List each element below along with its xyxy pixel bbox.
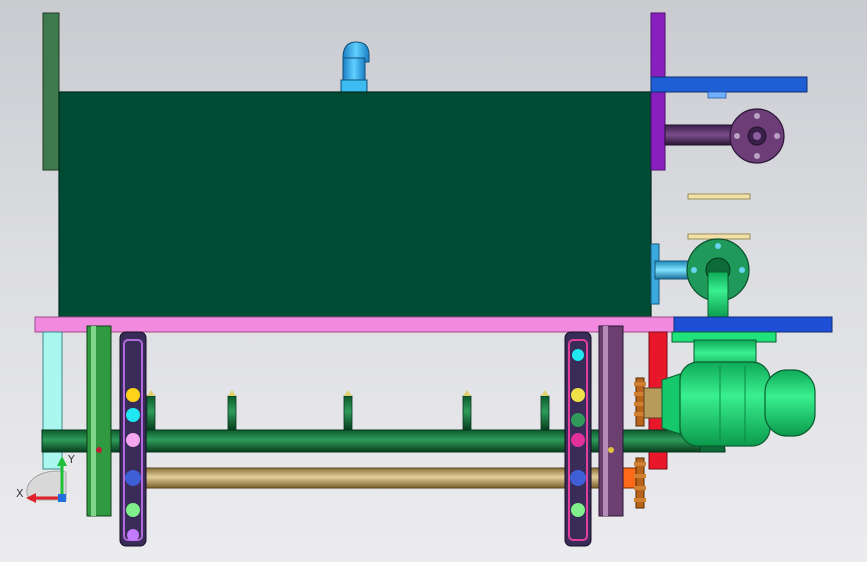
- cad-viewport[interactable]: X Y: [0, 0, 867, 562]
- spray-nozzles: [146, 390, 550, 431]
- gasket-upper: [687, 193, 751, 200]
- upper-blue-bracket[interactable]: [650, 76, 808, 93]
- drive-motor[interactable]: [643, 331, 816, 447]
- triad-y-label: Y: [67, 453, 75, 466]
- gasket-lower: [687, 233, 751, 240]
- assembly-drawing: X Y: [16, 12, 833, 547]
- left-frame-post[interactable]: [86, 325, 112, 517]
- base-plate[interactable]: [34, 316, 675, 333]
- left-chain-assembly[interactable]: [119, 331, 147, 547]
- lower-blue-bracket[interactable]: [673, 316, 833, 333]
- bracket-tab: [707, 91, 727, 99]
- left-flange-plate[interactable]: [42, 12, 60, 171]
- lower-sprocket: [634, 457, 646, 509]
- drive-shaft[interactable]: [119, 467, 641, 489]
- lower-outlet-elbow[interactable]: [650, 238, 750, 319]
- triad-x-label: X: [16, 487, 24, 500]
- upper-outlet-pipe[interactable]: [664, 108, 785, 164]
- right-frame-post[interactable]: [598, 325, 624, 517]
- right-chain-assembly[interactable]: [564, 331, 592, 547]
- top-inlet-elbow[interactable]: [340, 41, 370, 93]
- main-tank[interactable]: [58, 91, 652, 318]
